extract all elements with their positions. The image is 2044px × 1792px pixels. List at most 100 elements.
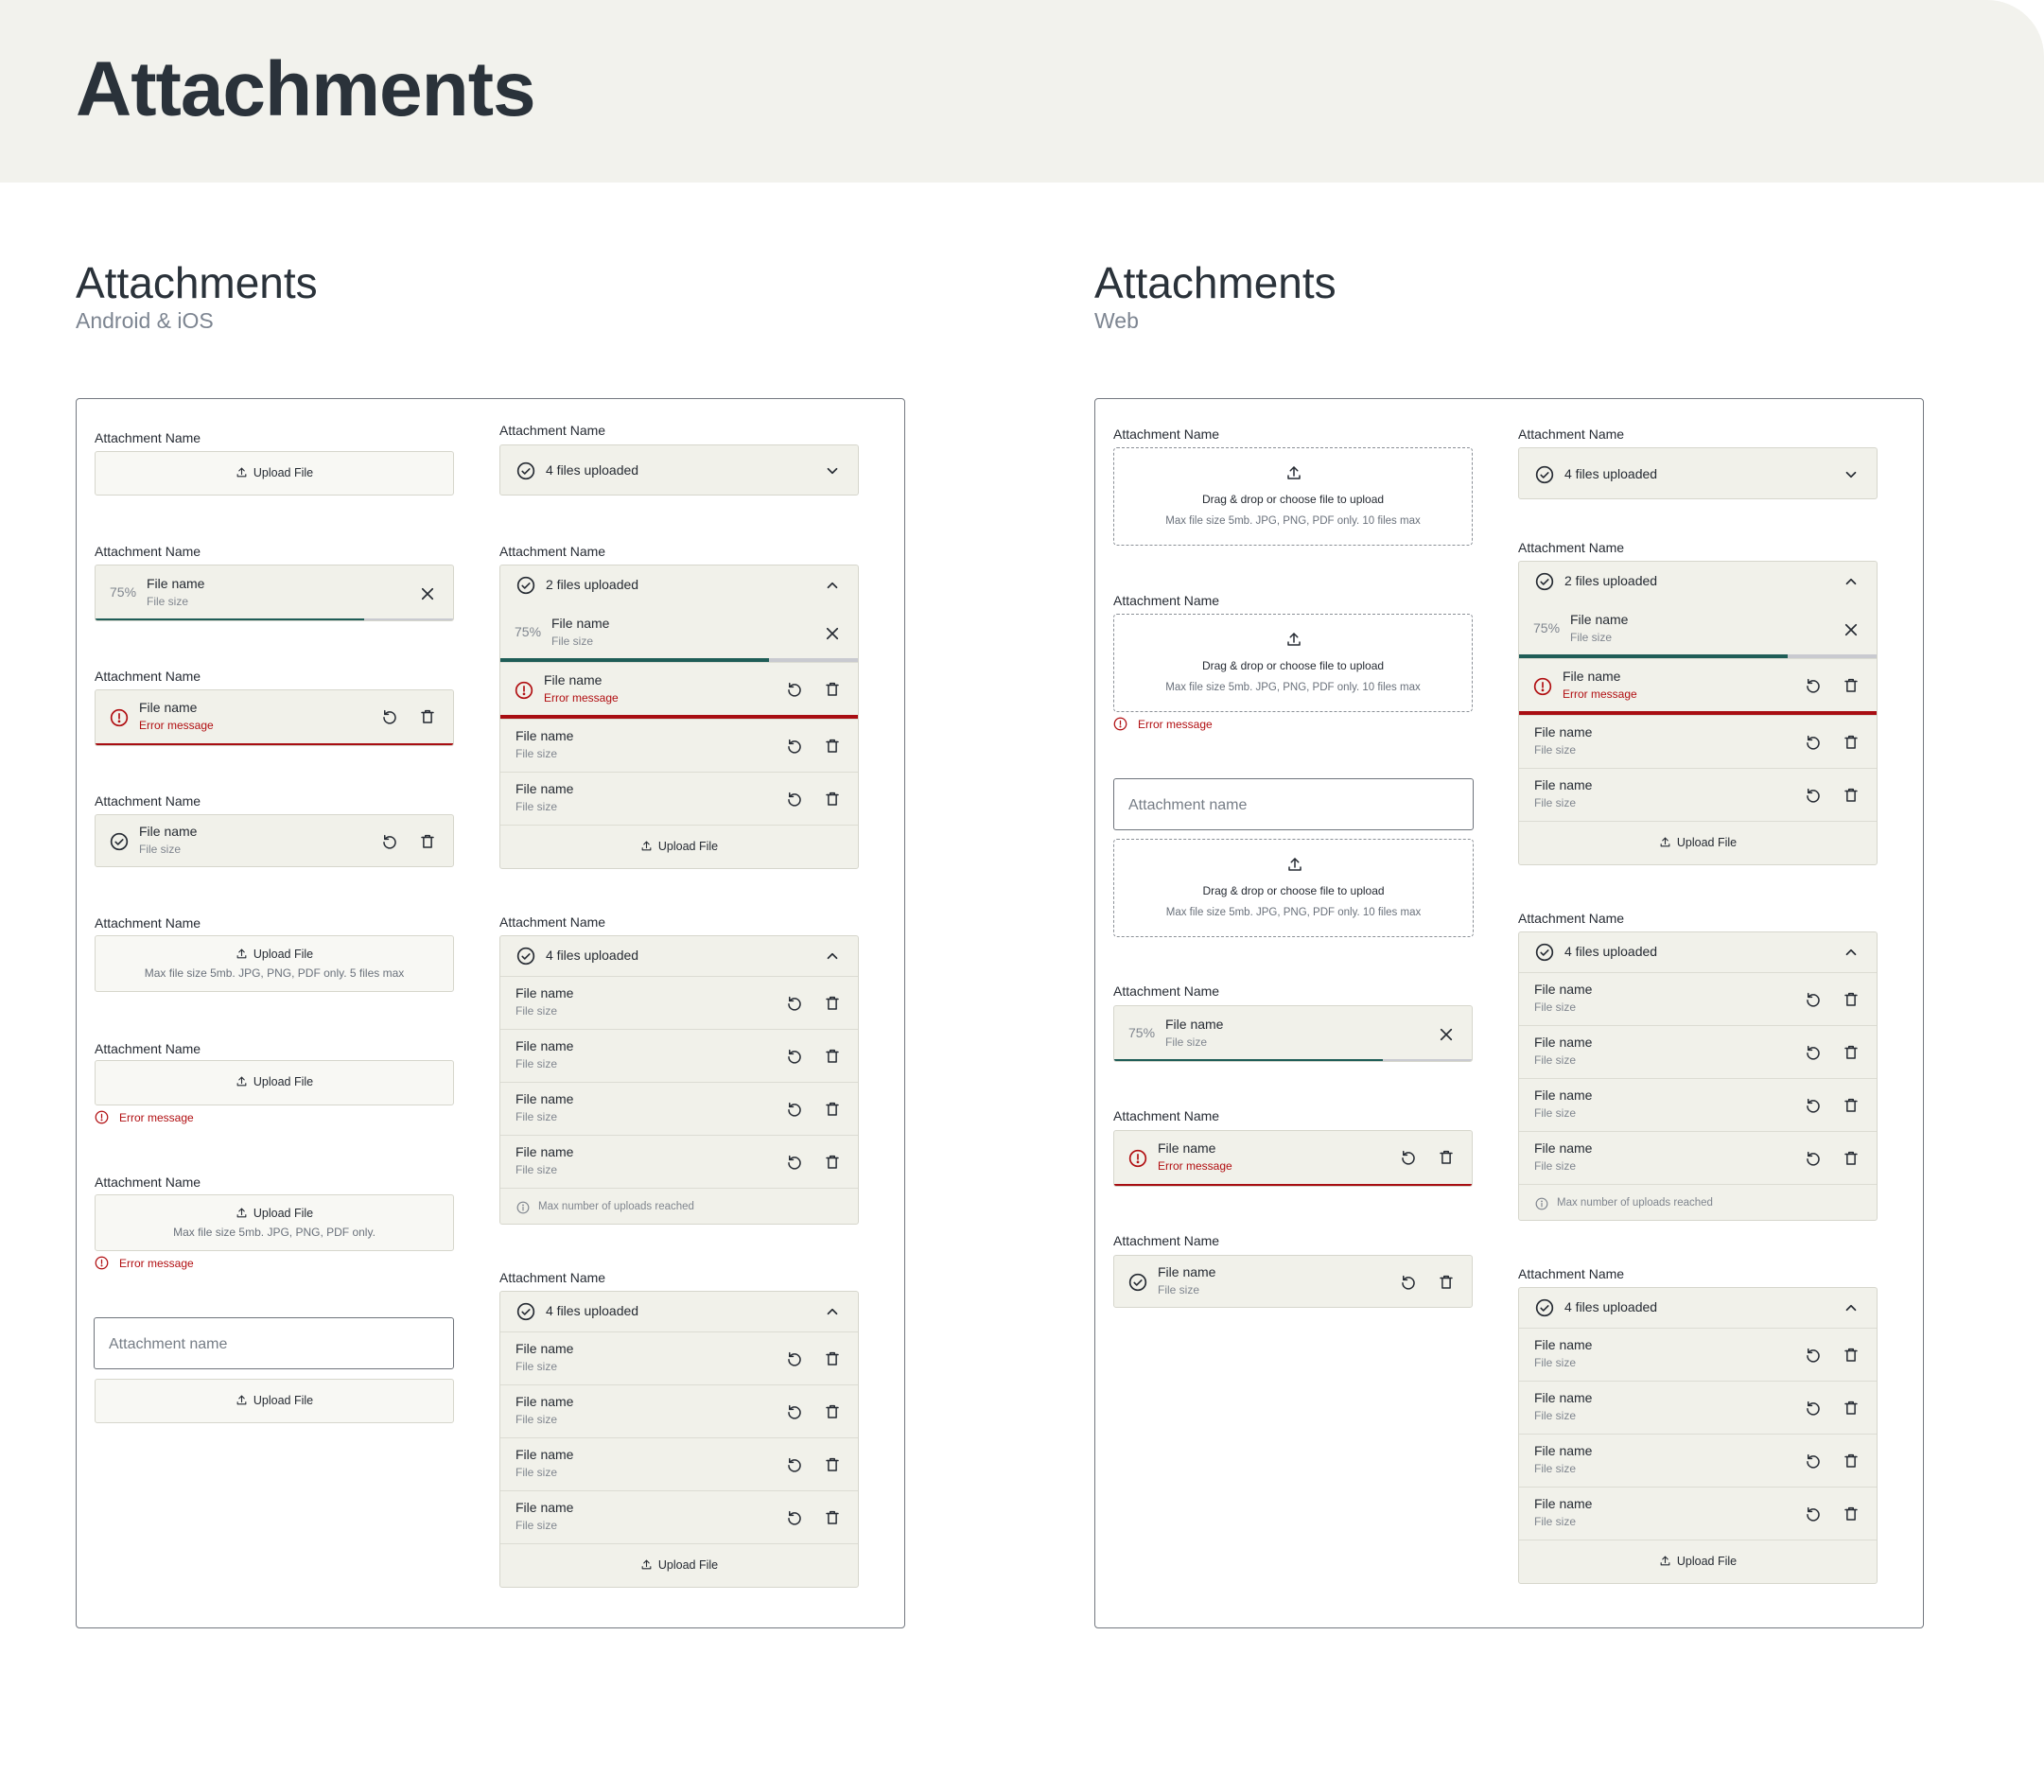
retry-icon[interactable] — [786, 1154, 803, 1171]
retry-icon[interactable] — [381, 708, 398, 725]
uploaded-summary-header[interactable]: 2 files uploaded — [1519, 562, 1877, 601]
upload-file-button[interactable]: Upload File — [96, 466, 453, 479]
upload-field[interactable]: Upload File Max file size 5mb. JPG, PNG, … — [95, 935, 454, 992]
file-row: 75% File name File size — [1114, 1006, 1472, 1061]
file-row: File name File size — [500, 1384, 858, 1437]
upload-file-button[interactable]: Upload File — [96, 1207, 453, 1220]
trash-icon[interactable] — [419, 708, 436, 725]
trash-icon[interactable] — [824, 1403, 841, 1420]
attachment-label: Attachment Name — [1113, 1108, 1220, 1123]
attachment-name-input[interactable]: Attachment name — [1113, 778, 1474, 830]
drop-zone[interactable]: Drag & drop or choose file to upload Max … — [1113, 447, 1473, 546]
trash-icon[interactable] — [824, 1350, 841, 1367]
uploaded-summary-header[interactable]: 2 files uploaded — [500, 565, 858, 605]
upload-file-button[interactable]: Upload File — [500, 840, 858, 853]
chevron-down-icon[interactable] — [1843, 466, 1860, 483]
retry-icon[interactable] — [381, 833, 398, 850]
retry-icon[interactable] — [1805, 1453, 1822, 1470]
retry-icon[interactable] — [786, 681, 803, 698]
upload-field[interactable]: Upload File — [95, 1060, 454, 1105]
retry-icon[interactable] — [1805, 734, 1822, 751]
trash-icon[interactable] — [1843, 1347, 1860, 1364]
trash-icon[interactable] — [1843, 1453, 1860, 1470]
upload-file-button[interactable]: Upload File — [96, 1394, 453, 1407]
trash-icon[interactable] — [1843, 734, 1860, 751]
retry-icon[interactable] — [1805, 787, 1822, 804]
trash-icon[interactable] — [1843, 677, 1860, 694]
upload-file-button[interactable]: Upload File — [1519, 836, 1877, 849]
upload-file-button[interactable]: Upload File — [96, 1075, 453, 1088]
upload-field[interactable]: Upload File Max file size 5mb. JPG, PNG, … — [95, 1194, 454, 1251]
chevron-up-icon[interactable] — [1843, 1299, 1860, 1316]
trash-icon[interactable] — [1843, 1097, 1860, 1114]
trash-icon[interactable] — [824, 1154, 841, 1171]
drop-zone[interactable]: Drag & drop or choose file to upload Max … — [1113, 839, 1474, 937]
upload-label: Upload File — [1676, 836, 1738, 849]
retry-icon[interactable] — [786, 1403, 803, 1420]
upload-file-button[interactable]: Upload File — [1519, 1555, 1877, 1568]
uploaded-summary-header[interactable]: 4 files uploaded — [500, 936, 858, 976]
trash-icon[interactable] — [1843, 991, 1860, 1008]
close-icon[interactable] — [1438, 1026, 1455, 1043]
trash-icon[interactable] — [1438, 1149, 1455, 1166]
retry-icon[interactable] — [786, 738, 803, 755]
retry-icon[interactable] — [786, 1456, 803, 1473]
retry-icon[interactable] — [1400, 1149, 1417, 1166]
retry-icon[interactable] — [1805, 1347, 1822, 1364]
trash-icon[interactable] — [824, 681, 841, 698]
retry-icon[interactable] — [786, 1101, 803, 1118]
retry-icon[interactable] — [1805, 677, 1822, 694]
uploaded-summary-header[interactable]: 4 files uploaded — [1519, 448, 1877, 498]
uploaded-summary-header[interactable]: 4 files uploaded — [500, 445, 858, 495]
retry-icon[interactable] — [1805, 1400, 1822, 1417]
drop-zone[interactable]: Drag & drop or choose file to upload Max … — [1113, 614, 1473, 712]
retry-icon[interactable] — [1805, 1097, 1822, 1114]
uploaded-summary-header[interactable]: 4 files uploaded — [500, 1292, 858, 1331]
file-name: File name — [1534, 777, 1593, 792]
upload-file-button[interactable]: Upload File — [96, 948, 453, 961]
close-icon[interactable] — [1843, 621, 1860, 638]
trash-icon[interactable] — [824, 1048, 841, 1065]
trash-icon[interactable] — [1843, 787, 1860, 804]
chevron-up-icon[interactable] — [824, 577, 841, 594]
close-icon[interactable] — [824, 625, 841, 642]
chevron-up-icon[interactable] — [824, 948, 841, 965]
retry-icon[interactable] — [1805, 1505, 1822, 1522]
retry-icon[interactable] — [786, 791, 803, 808]
trash-icon[interactable] — [824, 1101, 841, 1118]
chevron-down-icon[interactable] — [824, 462, 841, 479]
chevron-up-icon[interactable] — [1843, 573, 1860, 590]
trash-icon[interactable] — [824, 995, 841, 1012]
file-name: File name — [515, 1091, 574, 1106]
retry-icon[interactable] — [1805, 1150, 1822, 1167]
retry-icon[interactable] — [786, 1350, 803, 1367]
retry-icon[interactable] — [786, 1509, 803, 1526]
chevron-up-icon[interactable] — [1843, 944, 1860, 961]
trash-icon[interactable] — [419, 833, 436, 850]
upload-field[interactable]: Upload File — [95, 1379, 454, 1423]
uploaded-files-collapsed[interactable]: 4 files uploaded — [1518, 447, 1878, 499]
attachment-name-input[interactable]: Attachment name — [94, 1317, 454, 1369]
uploaded-summary-header[interactable]: 4 files uploaded — [1519, 1288, 1877, 1328]
uploaded-files-group: 4 files uploaded File name File size File n… — [1518, 931, 1878, 1221]
trash-icon[interactable] — [1843, 1400, 1860, 1417]
retry-icon[interactable] — [1400, 1274, 1417, 1291]
retry-icon[interactable] — [786, 995, 803, 1012]
close-icon[interactable] — [419, 585, 436, 602]
retry-icon[interactable] — [786, 1048, 803, 1065]
trash-icon[interactable] — [1843, 1505, 1860, 1522]
upload-field[interactable]: Upload File — [95, 451, 454, 496]
trash-icon[interactable] — [824, 1509, 841, 1526]
trash-icon[interactable] — [1843, 1044, 1860, 1061]
upload-file-button[interactable]: Upload File — [500, 1558, 858, 1572]
trash-icon[interactable] — [824, 791, 841, 808]
trash-icon[interactable] — [1843, 1150, 1860, 1167]
trash-icon[interactable] — [824, 1456, 841, 1473]
uploaded-summary-header[interactable]: 4 files uploaded — [1519, 932, 1877, 972]
chevron-up-icon[interactable] — [824, 1303, 841, 1320]
trash-icon[interactable] — [824, 738, 841, 755]
retry-icon[interactable] — [1805, 1044, 1822, 1061]
trash-icon[interactable] — [1438, 1274, 1455, 1291]
uploaded-files-collapsed[interactable]: 4 files uploaded — [499, 444, 859, 496]
retry-icon[interactable] — [1805, 991, 1822, 1008]
